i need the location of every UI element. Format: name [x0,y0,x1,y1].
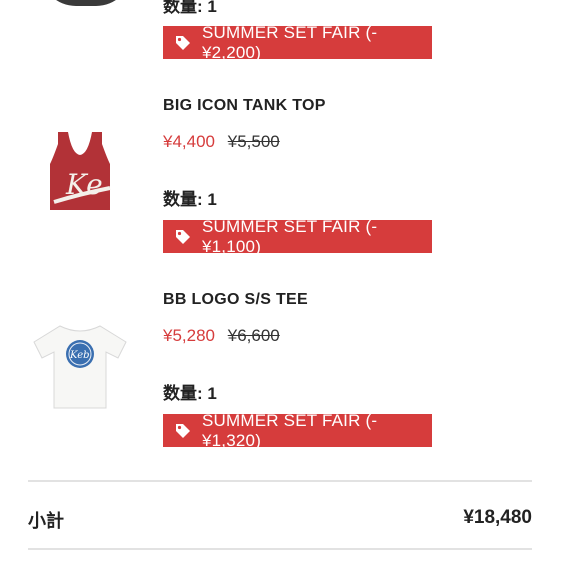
product-price: ¥4,400 ¥5,500 [163,132,280,152]
product-price: ¥5,280 ¥6,600 [163,326,280,346]
svg-text:Keb: Keb [69,350,90,361]
product-name[interactable]: BIG ICON TANK TOP [163,97,326,115]
divider [28,480,532,482]
sale-price: ¥5,280 [163,326,215,345]
original-price: ¥6,600 [227,326,280,345]
promo-badge: SUMMER SET FAIR (-¥1,100) [163,217,432,256]
promo-badge: SUMMER SET FAIR (-¥1,320) [163,411,432,450]
product-image-tee[interactable]: Keb [30,316,130,416]
original-price: ¥5,500 [227,132,280,151]
subtotal-value: ¥18,480 [463,507,532,528]
price-tag-icon [174,228,192,246]
divider [28,548,532,550]
price-tag-icon [174,34,192,52]
product-name[interactable]: BB LOGO S/S TEE [163,291,308,309]
quantity-label: 数量: 1 [163,190,217,209]
promo-label: SUMMER SET FAIR (-¥1,320) [202,410,378,450]
price-tag-icon [174,422,192,440]
quantity-label: 数量: 1 [163,0,217,16]
product-image-tank-top[interactable]: Ke [30,128,130,228]
product-image-partial[interactable] [40,0,132,6]
subtotal-label: 小計 [28,511,64,531]
promo-label: SUMMER SET FAIR (-¥2,200) [202,22,378,62]
promo-badge: SUMMER SET FAIR (-¥2,200) [163,23,432,62]
quantity-label: 数量: 1 [163,384,217,403]
sale-price: ¥4,400 [163,132,215,151]
promo-label: SUMMER SET FAIR (-¥1,100) [202,216,378,256]
